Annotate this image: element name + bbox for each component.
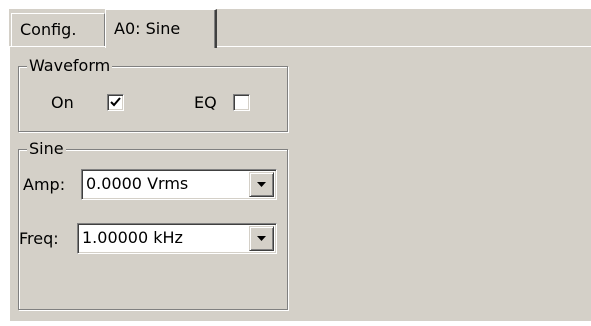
amp-dropdown-button[interactable] <box>249 172 274 197</box>
sine-group-label: Sine <box>27 139 66 158</box>
chevron-down-icon <box>257 182 266 187</box>
freq-label: Freq: <box>19 229 59 248</box>
eq-label: EQ <box>194 93 217 112</box>
check-icon <box>110 97 121 107</box>
eq-checkbox[interactable] <box>233 94 250 111</box>
amp-value: 0.0000 Vrms <box>86 174 189 193</box>
waveform-group-label: Waveform <box>27 56 113 75</box>
freq-dropdown-button[interactable] <box>249 226 274 251</box>
tab-a0-sine-label: A0: Sine <box>114 19 181 38</box>
amp-combo[interactable]: 0.0000 Vrms <box>81 169 277 200</box>
tab-config[interactable]: Config. <box>11 13 105 46</box>
tab-config-label: Config. <box>20 20 77 39</box>
freq-value: 1.00000 kHz <box>82 228 183 247</box>
freq-combo[interactable]: 1.00000 kHz <box>77 223 277 254</box>
sine-group: Sine Amp: 0.0000 Vrms Freq: 1.00000 kHz <box>18 140 288 310</box>
waveform-group: Waveform On EQ <box>18 57 288 132</box>
on-label: On <box>51 93 74 112</box>
tab-a0-sine[interactable]: A0: Sine <box>105 9 217 48</box>
chevron-down-icon <box>257 236 266 241</box>
amp-label: Amp: <box>23 175 66 194</box>
on-checkbox[interactable] <box>107 94 124 111</box>
